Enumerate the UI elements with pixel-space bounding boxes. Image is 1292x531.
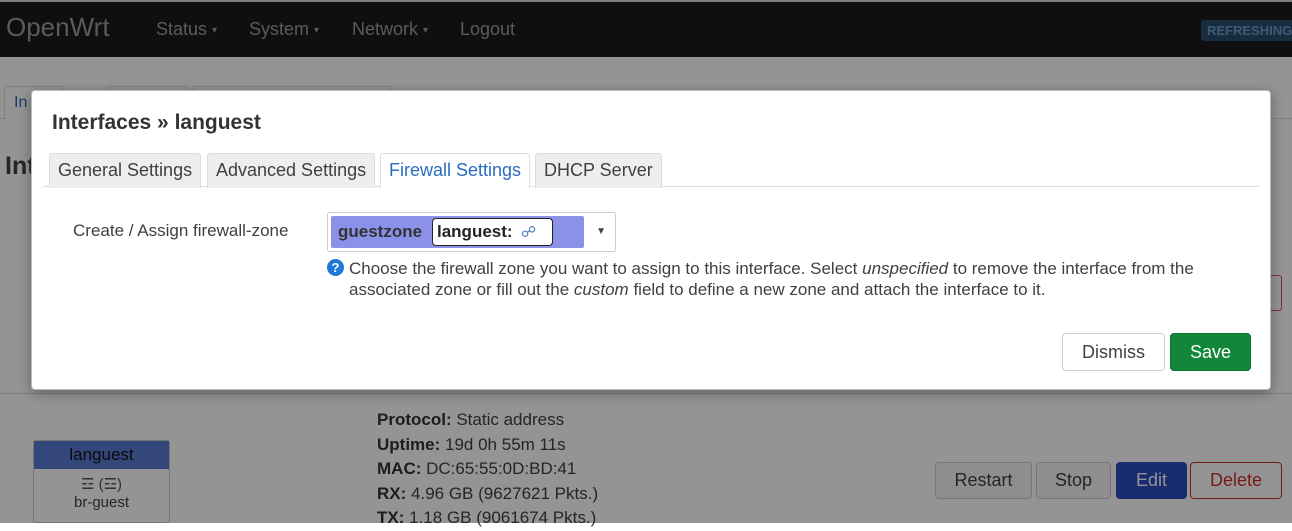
modal-title: Interfaces » languest [52,111,261,134]
modal-tabs: General Settings Advanced Settings Firew… [43,153,1259,188]
dropdown-arrow-icon[interactable]: ▼ [596,226,606,237]
zone-chip: guestzone languest: ☍ [331,216,584,248]
dismiss-button[interactable]: Dismiss [1062,333,1165,371]
tab-firewall-settings[interactable]: Firewall Settings [380,153,531,188]
tab-advanced-settings[interactable]: Advanced Settings [207,153,376,188]
firewall-zone-label: Create / Assign firewall-zone [73,221,289,240]
network-port-icon: ☍ [521,224,537,241]
tab-general-settings[interactable]: General Settings [49,153,202,188]
interface-edit-modal: Interfaces » languest General Settings A… [31,90,1271,390]
save-button[interactable]: Save [1170,333,1251,371]
firewall-zone-select[interactable]: guestzone languest: ☍ ▼ [327,212,616,252]
network-chip: languest: ☍ [432,218,553,246]
field-help-text: Choose the firewall zone you want to ass… [349,259,1194,299]
zone-name: guestzone [338,222,423,241]
network-name: languest: [437,222,513,241]
tab-dhcp-server[interactable]: DHCP Server [535,153,662,188]
help-icon: ? [327,259,344,276]
